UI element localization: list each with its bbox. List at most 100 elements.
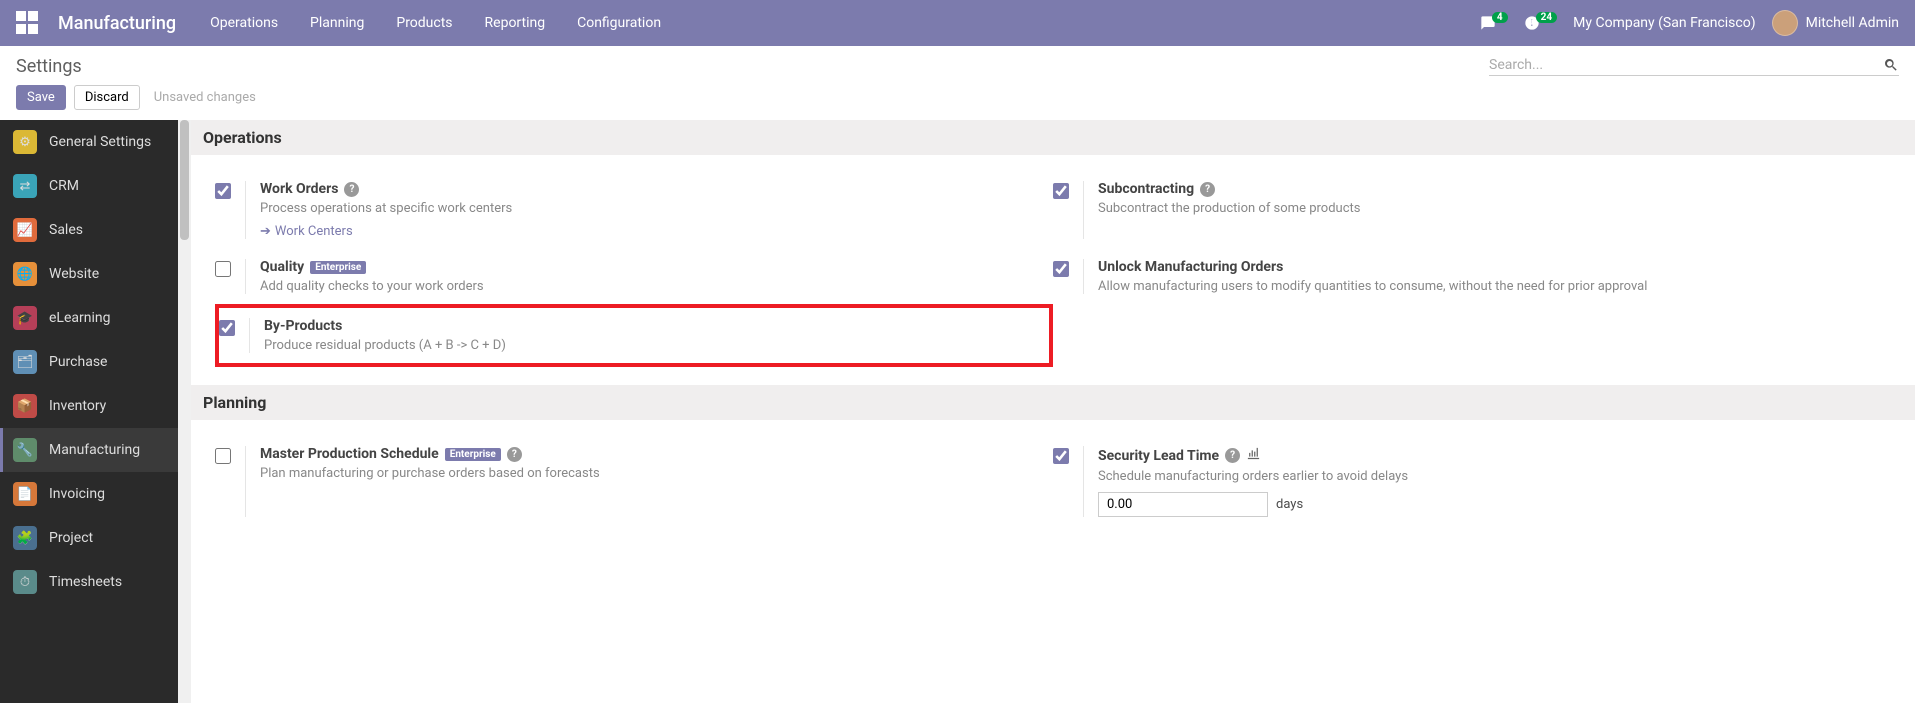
topnav-item-reporting[interactable]: Reporting <box>485 15 546 31</box>
setting-body: By-Products Produce residual products (A … <box>249 318 1037 353</box>
setting-desc: Process operations at specific work cent… <box>260 201 1041 216</box>
page-title: Settings <box>16 56 82 77</box>
help-icon[interactable]: ? <box>1200 182 1215 197</box>
setting-desc: Subcontract the production of some produ… <box>1098 201 1879 216</box>
sidebar-icon: 📄 <box>13 482 37 506</box>
sidebar-item-inventory[interactable]: 📦Inventory <box>0 384 178 428</box>
building-icon <box>1246 446 1261 465</box>
apps-icon[interactable] <box>16 11 40 35</box>
brand-title[interactable]: Manufacturing <box>58 13 176 34</box>
topnav-item-configuration[interactable]: Configuration <box>577 15 661 31</box>
help-icon[interactable]: ? <box>344 182 359 197</box>
user-name: Mitchell Admin <box>1806 15 1899 31</box>
setting-subcontracting: Subcontracting?Subcontract the productio… <box>1053 171 1891 249</box>
sidebar-item-label: Project <box>49 530 93 546</box>
setting-title-text: By-Products <box>264 318 342 334</box>
sidebar-icon: 🔧 <box>13 438 37 462</box>
discard-button[interactable]: Discard <box>74 85 140 110</box>
setting-title-text: Security Lead Time <box>1098 448 1219 464</box>
sidebar-item-manufacturing[interactable]: 🔧 Manufacturing <box>0 428 178 472</box>
setting-checkbox[interactable] <box>1053 261 1069 277</box>
messages-icon[interactable]: 4 <box>1480 15 1508 31</box>
setting-by-products: By-Products Produce residual products (A … <box>215 304 1053 367</box>
sidebar-item-label: Website <box>49 266 99 282</box>
setting-title: Work Orders? <box>260 181 1041 197</box>
setting-checkbox[interactable] <box>215 448 231 464</box>
setting-body: Subcontracting?Subcontract the productio… <box>1083 181 1879 239</box>
operations-grid: Work Orders? Process operations at specif… <box>215 171 1891 367</box>
search-icon[interactable] <box>1883 57 1899 73</box>
sidebar-item-website[interactable]: 🌐 Website <box>0 252 178 296</box>
setting-title-text: Unlock Manufacturing Orders <box>1098 259 1283 275</box>
setting-title: By-Products <box>264 318 1037 334</box>
enterprise-tag: Enterprise <box>445 448 501 461</box>
setting-desc: Add quality checks to your work orders <box>260 279 1041 294</box>
sidebar-item-timesheets[interactable]: ⏱ Timesheets <box>0 560 178 604</box>
sidebar-item-elearning[interactable]: 🎓eLearning <box>0 296 178 340</box>
setting-desc: Plan manufacturing or purchase orders ba… <box>260 466 1041 481</box>
status-text: Unsaved changes <box>154 90 256 105</box>
setting-title: Security Lead Time? <box>1098 446 1879 465</box>
input-suffix: days <box>1276 497 1303 512</box>
setting-title: Master Production ScheduleEnterprise? <box>260 446 1041 462</box>
sidebar-item-label: Timesheets <box>49 574 122 590</box>
setting-link[interactable]: ➔ Work Centers <box>260 224 353 239</box>
setting-checkbox[interactable] <box>219 320 235 336</box>
setting-checkbox[interactable] <box>1053 183 1069 199</box>
subheader: Settings <box>0 46 1915 77</box>
search-input[interactable] <box>1489 57 1875 73</box>
sidebar-item-label: Purchase <box>49 354 107 370</box>
setting-body: Work Orders? Process operations at specif… <box>245 181 1041 239</box>
sidebar-item-general-settings[interactable]: ⚙ General Settings <box>0 120 178 164</box>
help-icon[interactable]: ? <box>507 447 522 462</box>
activities-count: 24 <box>1536 12 1557 23</box>
sidebar-item-label: Manufacturing <box>49 442 140 458</box>
company-selector[interactable]: My Company (San Francisco) <box>1573 15 1755 31</box>
sidebar-icon: 🌐 <box>13 262 37 286</box>
sidebar-item-crm[interactable]: ⇄CRM <box>0 164 178 208</box>
setting-body: Security Lead Time? Schedule manufacturin… <box>1083 446 1879 517</box>
section-heading-planning: Planning <box>191 385 1915 420</box>
setting-controls: days <box>1098 492 1879 517</box>
setting-quality: QualityEnterpriseAdd quality checks to y… <box>215 249 1053 304</box>
sidebar-item-project[interactable]: 🧩Project <box>0 516 178 560</box>
setting-checkbox[interactable] <box>215 261 231 277</box>
setting-unlock-manufacturing-orders: Unlock Manufacturing Orders Allow manufac… <box>1053 249 1891 304</box>
topnav-item-planning[interactable]: Planning <box>310 15 364 31</box>
setting-body: Unlock Manufacturing Orders Allow manufac… <box>1083 259 1879 294</box>
setting-desc: Produce residual products (A + B -> C + … <box>264 338 1037 353</box>
sidebar-icon: ⚙ <box>13 130 37 154</box>
sidebar-icon: ⏱ <box>13 570 37 594</box>
sidebar-item-purchase[interactable]: 🗂 Purchase <box>0 340 178 384</box>
sidebar-icon: 📈 <box>13 218 37 242</box>
scrollbar-thumb[interactable] <box>180 120 189 240</box>
top-nav: Operations Planning Products Reporting Confi… <box>210 15 661 31</box>
setting-checkbox[interactable] <box>1053 448 1069 464</box>
sidebar-item-label: Inventory <box>49 398 106 414</box>
main: ⚙ General Settings ⇄CRM📈Sales 🌐 Website 🎓eLea… <box>0 120 1915 703</box>
setting-title: Unlock Manufacturing Orders <box>1098 259 1879 275</box>
help-icon[interactable]: ? <box>1225 448 1240 463</box>
user-menu[interactable]: Mitchell Admin <box>1772 10 1899 36</box>
topnav-item-operations[interactable]: Operations <box>210 15 278 31</box>
topnav-item-products[interactable]: Products <box>396 15 452 31</box>
lead-time-input[interactable] <box>1098 492 1268 517</box>
sidebar-item-sales[interactable]: 📈Sales <box>0 208 178 252</box>
setting-checkbox[interactable] <box>215 183 231 199</box>
controlbar: Save Discard Unsaved changes <box>0 77 1915 120</box>
save-button[interactable]: Save <box>16 85 66 110</box>
arrow-right-icon: ➔ <box>260 224 271 239</box>
messages-count: 4 <box>1492 12 1508 23</box>
sidebar-icon: 🎓 <box>13 306 37 330</box>
sidebar: ⚙ General Settings ⇄CRM📈Sales 🌐 Website 🎓eLea… <box>0 120 178 703</box>
planning-grid: Master Production ScheduleEnterprise? Pla… <box>215 436 1891 527</box>
sidebar-icon: 🗂 <box>13 350 37 374</box>
setting-body: Master Production ScheduleEnterprise? Pla… <box>245 446 1041 517</box>
search-wrap <box>1489 57 1899 76</box>
setting-desc: Schedule manufacturing orders earlier to… <box>1098 469 1879 484</box>
sidebar-item-invoicing[interactable]: 📄Invoicing <box>0 472 178 516</box>
activities-icon[interactable]: 24 <box>1524 15 1557 31</box>
setting-desc: Allow manufacturing users to modify quan… <box>1098 279 1879 294</box>
sidebar-scrollbar[interactable] <box>178 120 191 703</box>
sidebar-item-label: General Settings <box>49 134 151 150</box>
